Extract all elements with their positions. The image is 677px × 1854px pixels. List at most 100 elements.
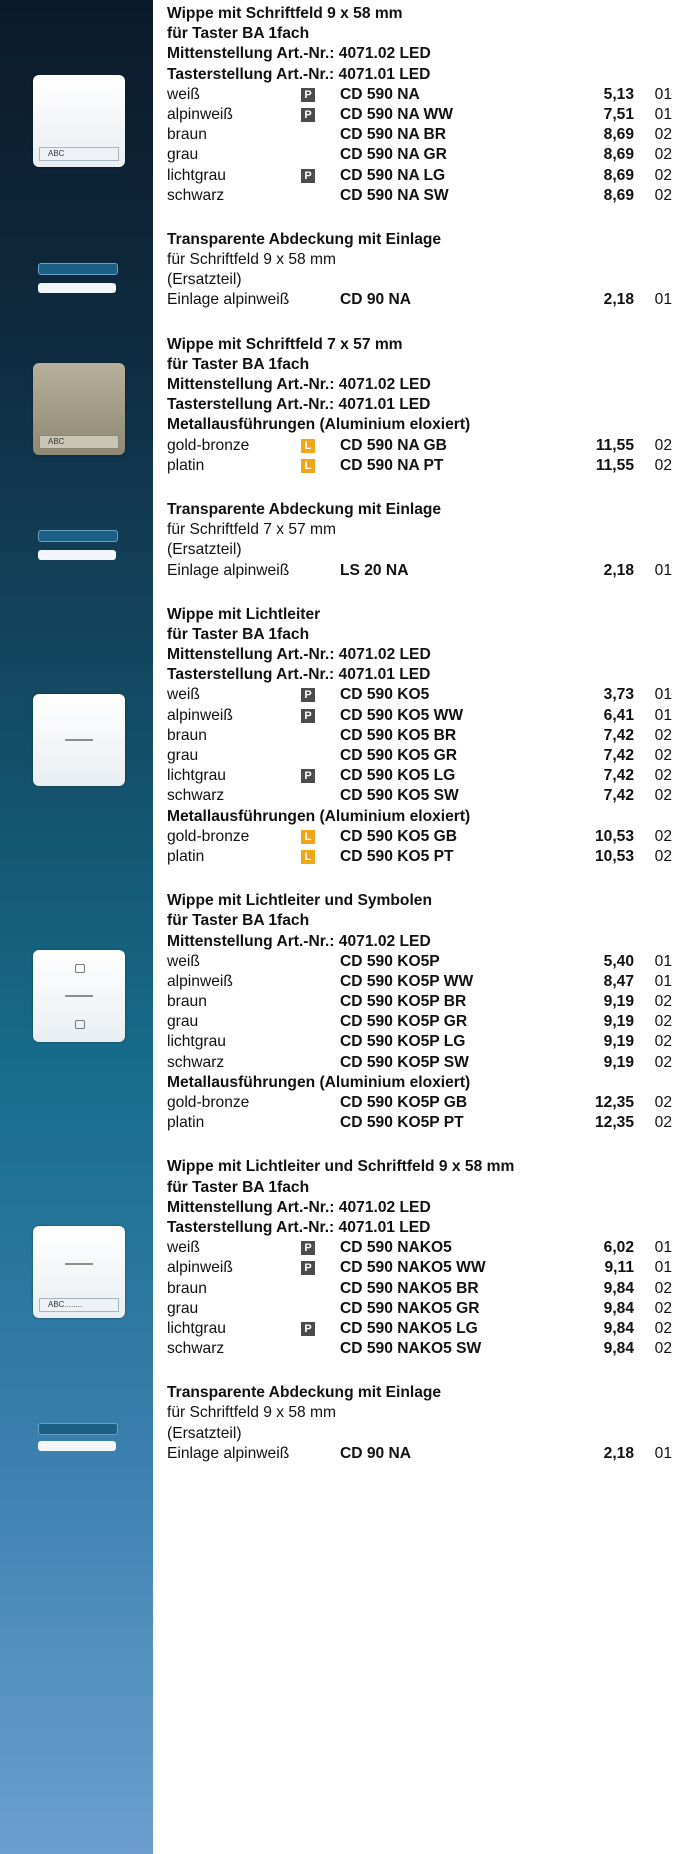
product-section: Wippe mit Lichtleiter für Taster BA 1fach… <box>167 605 672 867</box>
price-group: 02 <box>654 186 672 204</box>
color-label: alpinweiß <box>167 972 233 990</box>
price: 11,55 <box>595 436 634 454</box>
price: 12,35 <box>594 1094 634 1111</box>
insert-strip-image <box>38 550 116 560</box>
price-group: 01 <box>654 105 672 123</box>
section-heading: Transparente Abdeckung mit Einlage <box>167 500 442 518</box>
up-symbol-icon <box>75 964 85 973</box>
section-text: für Schriftfeld 7 x 57 mm <box>167 521 336 539</box>
article-code: CD 590 KO5 LG <box>340 767 456 785</box>
article-code: CD 590 NA GR <box>340 146 447 164</box>
price-group: 02 <box>654 827 672 845</box>
price: 7,42 <box>603 726 634 744</box>
price-group: 02 <box>654 1033 672 1051</box>
article-code: CD 590 KO5 GR <box>340 747 457 764</box>
price: 3,73 <box>603 686 634 704</box>
section-heading: Mittenstellung Art.-Nr.: 4071.02 LED <box>167 1198 431 1216</box>
article-code: CD 590 KO5 GB <box>340 827 457 845</box>
category-sidebar: ABC ABC ABC........ <box>0 0 153 1854</box>
article-code: CD 590 KO5P <box>340 952 440 970</box>
product-image-lichtleiter <box>33 694 125 786</box>
price: 12,35 <box>594 1114 634 1132</box>
color-label: grau <box>167 1013 199 1031</box>
price-row: alpinweiß P CD 590 NAKO5 WW 9,11 01 <box>167 1258 672 1278</box>
p-badge-icon: P <box>301 1321 315 1336</box>
article-code: CD 590 NAKO5 WW <box>340 1259 486 1277</box>
price-row: schwarz CD 590 NA SW 8,69 02 <box>167 186 672 206</box>
price-row: braun CD 590 KO5P BR 9,19 02 <box>167 992 672 1012</box>
color-label: gold-bronze <box>167 436 250 454</box>
price: 9,84 <box>603 1340 634 1358</box>
price-group: 01 <box>654 291 672 309</box>
price: 5,40 <box>603 952 634 970</box>
price-row: braun CD 590 KO5 BR 7,42 02 <box>167 726 672 746</box>
price: 2,18 <box>603 291 634 309</box>
p-badge-icon: P <box>301 1241 315 1256</box>
price: 9,19 <box>603 993 634 1011</box>
price-row: Einlage alpinweiß CD 90 NA 2,18 01 <box>167 290 672 310</box>
price-group: 01 <box>654 686 672 704</box>
article-code: CD 590 NA PT <box>340 456 444 474</box>
section-heading: Mittenstellung Art.-Nr.: 4071.02 LED <box>167 932 431 950</box>
transparent-cover-image <box>38 1423 118 1435</box>
color-label: lichtgrau <box>167 767 226 785</box>
section-heading: Transparente Abdeckung mit Einlage <box>167 1384 442 1402</box>
l-badge-icon: L <box>301 849 315 864</box>
article-code: CD 90 NA <box>340 291 412 309</box>
price: 7,42 <box>603 787 634 805</box>
price-row: schwarz CD 590 NAKO5 SW 9,84 02 <box>167 1339 672 1359</box>
color-label: weiß <box>167 952 200 970</box>
color-label: braun <box>167 126 207 144</box>
price-group: 02 <box>654 767 672 785</box>
price: 7,42 <box>603 747 634 764</box>
article-code: CD 90 NA <box>340 1444 412 1462</box>
color-label: Einlage alpinweiß <box>167 291 290 309</box>
article-code: CD 590 KO5P LG <box>340 1033 466 1051</box>
article-code: CD 590 KO5P SW <box>340 1053 469 1071</box>
article-code: CD 590 NA LG <box>340 166 446 184</box>
color-label: schwarz <box>167 787 225 805</box>
price-group: 02 <box>654 847 672 865</box>
light-guide-icon <box>65 995 93 997</box>
product-section: Transparente Abdeckung mit Einlage für Sc… <box>167 230 672 311</box>
product-image-lichtleiter-symbole <box>33 950 125 1042</box>
color-label: schwarz <box>167 186 225 204</box>
section-heading: Tasterstellung Art.-Nr.: 4071.01 LED <box>167 1218 431 1236</box>
price-row: alpinweiß CD 590 KO5P WW 8,47 01 <box>167 972 672 992</box>
price-group: 01 <box>654 1239 672 1257</box>
down-symbol-icon <box>75 1020 85 1029</box>
price-group: 02 <box>654 1279 672 1297</box>
article-code: CD 590 NA <box>340 85 420 103</box>
price-row: braun CD 590 NA BR 8,69 02 <box>167 125 672 145</box>
price-row: lichtgrau P CD 590 NA LG 8,69 02 <box>167 166 672 186</box>
price-group: 02 <box>654 1013 672 1031</box>
product-section: Transparente Abdeckung mit Einlage für Sc… <box>167 1383 672 1464</box>
price: 11,55 <box>595 456 634 474</box>
price-row: braun CD 590 NAKO5 BR 9,84 02 <box>167 1279 672 1299</box>
section-heading: für Taster BA 1fach <box>167 912 310 930</box>
article-code: CD 590 NA WW <box>340 105 453 123</box>
price-row: platin L CD 590 KO5 PT 10,53 02 <box>167 847 672 867</box>
price: 9,84 <box>603 1319 634 1337</box>
price-group: 02 <box>654 726 672 744</box>
price-group: 02 <box>654 993 672 1011</box>
section-heading: Wippe mit Schriftfeld 7 x 57 mm <box>167 335 403 353</box>
color-label: gold-bronze <box>167 827 250 845</box>
color-label: Einlage alpinweiß <box>167 1444 290 1462</box>
color-label: grau <box>167 146 199 164</box>
article-code: CD 590 KO5P PT <box>340 1114 464 1132</box>
price: 9,19 <box>603 1053 634 1071</box>
price: 2,18 <box>603 1444 634 1462</box>
metal-subheading: Metallausführungen (Aluminium eloxiert) <box>167 807 471 825</box>
price: 9,11 <box>604 1259 635 1277</box>
price-row: Einlage alpinweiß CD 90 NA 2,18 01 <box>167 1444 672 1464</box>
price-row: grau CD 590 KO5P GR 9,19 02 <box>167 1012 672 1032</box>
price-row: grau CD 590 KO5 GR 7,42 02 <box>167 746 672 766</box>
price-row: gold-bronze L CD 590 NA GB 11,55 02 <box>167 436 672 456</box>
color-label: lichtgrau <box>167 1033 226 1051</box>
price-row: schwarz CD 590 KO5 SW 7,42 02 <box>167 786 672 806</box>
color-label: grau <box>167 1299 199 1317</box>
product-section: Wippe mit Schriftfeld 7 x 57 mm für Taste… <box>167 335 672 476</box>
color-label: weiß <box>167 1239 200 1257</box>
section-heading: für Taster BA 1fach <box>167 355 310 373</box>
